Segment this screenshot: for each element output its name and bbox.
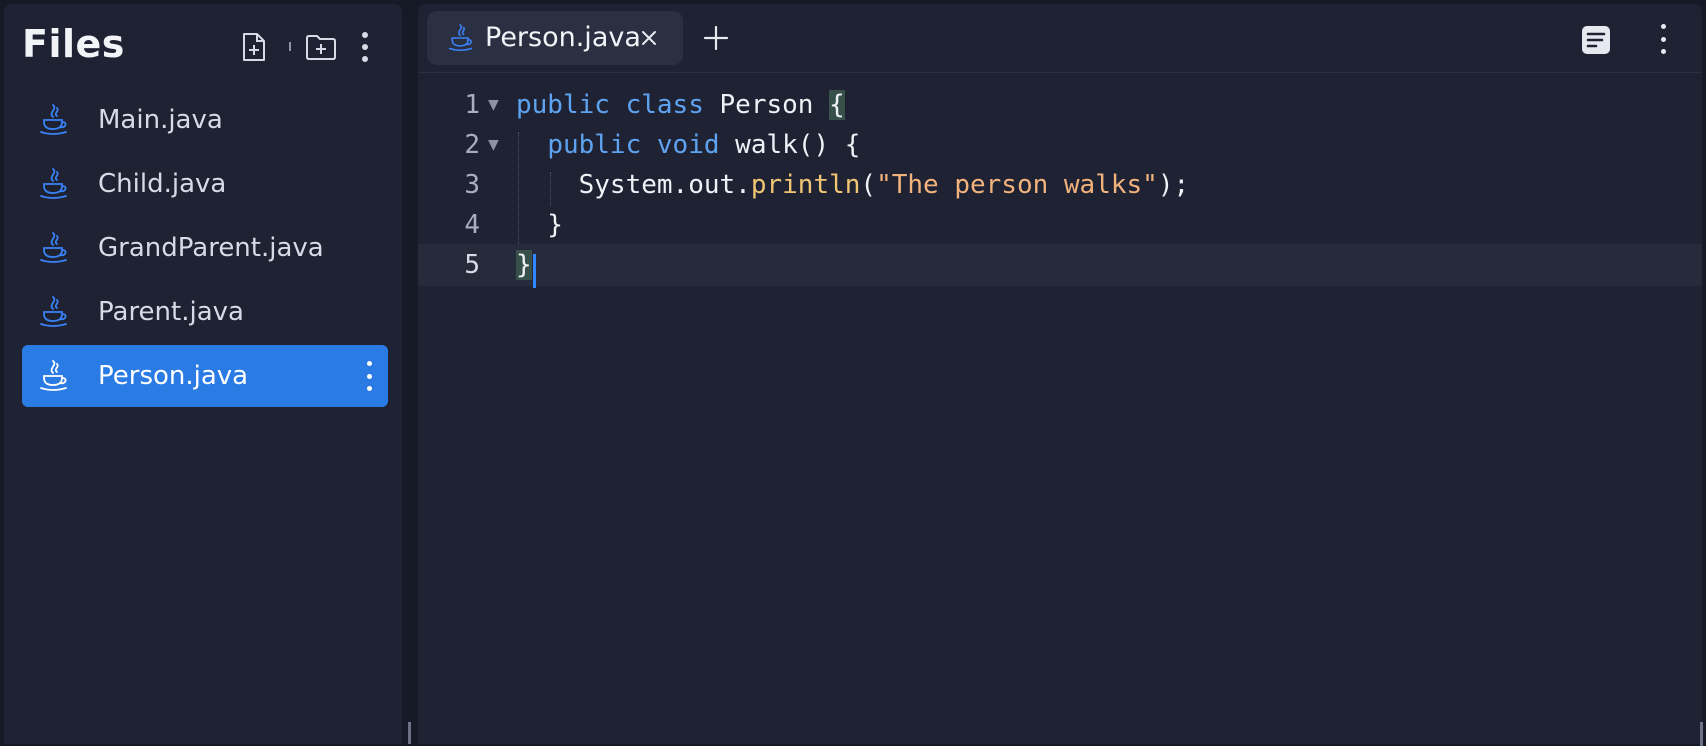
tab-label: Person.java	[485, 22, 641, 53]
java-icon	[40, 104, 67, 135]
file-item-label: Child.java	[98, 169, 227, 199]
code-text: public class Person {	[516, 90, 845, 120]
file-item-child-java[interactable]: Child.java	[22, 153, 388, 215]
file-item-main-java[interactable]: Main.java	[22, 89, 388, 151]
line-number: 4	[464, 210, 480, 240]
code-line-1[interactable]: 1 ▼ public class Person {	[418, 84, 1702, 126]
file-item-label: GrandParent.java	[98, 233, 324, 263]
code-area[interactable]: 1 ▼ public class Person { 2 ▼ public voi…	[418, 84, 1702, 724]
code-text: public void walk() {	[547, 130, 861, 160]
code-text: }	[516, 210, 563, 240]
code-line-2[interactable]: 2 ▼ public void walk() {	[418, 124, 1702, 166]
file-item-parent-java[interactable]: Parent.java	[22, 281, 388, 343]
sidebar-more-kebab-icon[interactable]	[358, 30, 372, 64]
line-number: 5	[464, 250, 480, 280]
editor-scroll-handle[interactable]	[1700, 722, 1703, 746]
plus-icon[interactable]	[702, 24, 730, 52]
java-icon	[40, 360, 67, 391]
file-explorer-panel: Files Main.java Child.java GrandParent.j…	[4, 4, 402, 744]
file-list: Main.java Child.java GrandParent.java Pa…	[22, 89, 388, 409]
java-icon	[448, 24, 473, 52]
line-number: 1	[464, 90, 480, 120]
sidebar-resize-handle[interactable]	[408, 722, 411, 744]
editor-tab-bar: Person.java	[418, 4, 1702, 73]
new-folder-icon[interactable]	[304, 30, 338, 64]
code-text: System.out.println("The person walks");	[578, 170, 1190, 200]
files-panel-title: Files	[22, 22, 125, 66]
file-item-label: Parent.java	[98, 297, 244, 327]
line-number: 3	[464, 170, 480, 200]
fold-arrow-icon[interactable]: ▼	[488, 84, 499, 126]
file-item-person-java[interactable]: Person.java	[22, 345, 388, 407]
file-item-label: Person.java	[98, 361, 249, 391]
editor-more-kebab-icon[interactable]	[1656, 24, 1670, 54]
toolbar-divider	[289, 42, 291, 51]
java-icon	[40, 168, 67, 199]
file-item-more-kebab-icon[interactable]	[362, 361, 376, 391]
code-line-4[interactable]: 4 }	[418, 204, 1702, 246]
tab-person-java[interactable]: Person.java	[427, 11, 683, 65]
text-cursor: }	[516, 250, 532, 280]
line-number: 2	[464, 130, 480, 160]
format-icon[interactable]	[1580, 24, 1612, 56]
code-line-3[interactable]: 3 System.out.println("The person walks")…	[418, 164, 1702, 206]
file-item-grandparent-java[interactable]: GrandParent.java	[22, 217, 388, 279]
file-item-label: Main.java	[98, 105, 223, 135]
java-icon	[40, 296, 67, 327]
java-icon	[40, 232, 67, 263]
close-icon[interactable]	[639, 28, 659, 48]
code-text: }	[516, 244, 532, 286]
fold-arrow-icon[interactable]: ▼	[488, 124, 499, 166]
code-editor-panel: Person.java 1 ▼ public class Person { 2 …	[418, 4, 1703, 746]
new-file-icon[interactable]	[240, 30, 268, 64]
code-line-5[interactable]: 5 }	[418, 244, 1702, 286]
